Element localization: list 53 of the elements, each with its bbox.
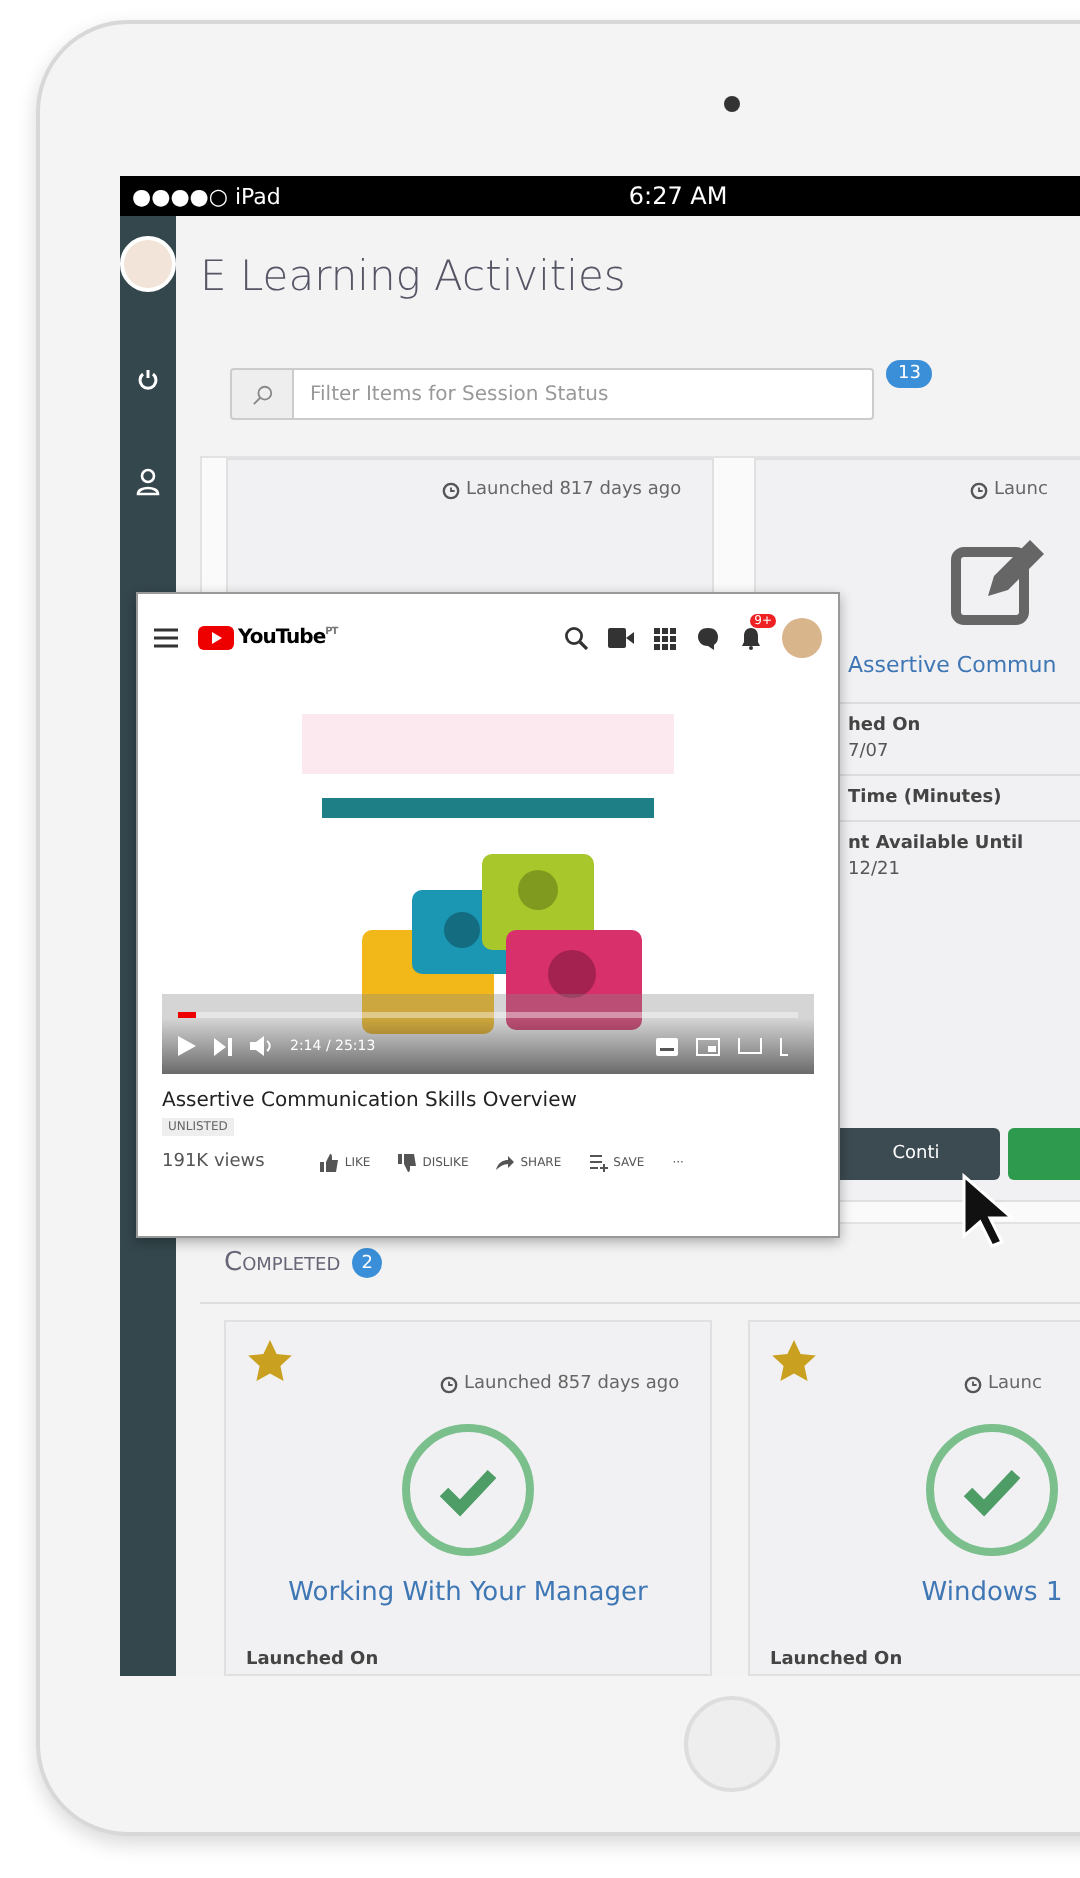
star-icon xyxy=(770,1338,818,1386)
field-value: 12/21 xyxy=(848,860,902,880)
apps-grid-icon[interactable] xyxy=(654,627,676,649)
power-icon[interactable] xyxy=(136,368,160,392)
field-label: hed On xyxy=(848,716,923,736)
activity-title[interactable]: Windows 1 xyxy=(921,1578,1063,1608)
field-value: 7/07 xyxy=(848,742,891,762)
chat-icon[interactable] xyxy=(696,626,720,650)
views-text: 191K views xyxy=(162,1152,265,1172)
play-logo-icon xyxy=(198,626,234,650)
field-label: Launched On xyxy=(246,1650,379,1670)
star-icon xyxy=(246,1338,294,1386)
activity-title[interactable]: Working With Your Manager xyxy=(288,1578,648,1608)
avatar[interactable] xyxy=(120,236,176,292)
progress-bar[interactable] xyxy=(178,1012,798,1018)
activity-title[interactable]: Assertive Commun xyxy=(848,652,1057,678)
launched-label: Launched 857 days ago xyxy=(440,1374,690,1394)
count-badge: 13 xyxy=(886,360,933,388)
search-icon[interactable] xyxy=(564,626,588,650)
theater-icon[interactable] xyxy=(738,1038,762,1054)
menu-icon[interactable] xyxy=(154,628,178,648)
check-circle-icon xyxy=(400,1422,536,1558)
thumbs-down-icon xyxy=(398,1153,417,1171)
carrier-text: ●●●●○ iPad xyxy=(132,183,281,209)
launched-label: Launched 817 days ago xyxy=(442,480,692,500)
bell-icon[interactable] xyxy=(740,626,762,650)
playlist-add-icon xyxy=(589,1153,608,1171)
video-camera-icon[interactable] xyxy=(608,628,634,648)
share-arrow-icon xyxy=(496,1153,515,1171)
field-label: nt Available Until xyxy=(848,834,1026,854)
camera-dot xyxy=(724,96,740,112)
field-label: Launched On xyxy=(770,1650,903,1670)
check-circle-icon xyxy=(924,1422,1060,1558)
logo-text: YouTube$^{PT}$ xyxy=(238,626,338,650)
clock-icon xyxy=(442,481,460,499)
launched-label: Launc xyxy=(970,480,1080,500)
clock-icon xyxy=(440,1375,458,1393)
page-title: E Learning Activities xyxy=(200,252,628,300)
field-label: Time (Minutes) xyxy=(848,788,1004,808)
thumbs-up-icon xyxy=(320,1153,339,1171)
section-label: Completed xyxy=(224,1248,341,1278)
count-badge: 2 xyxy=(352,1248,383,1278)
clock-icon xyxy=(964,1375,982,1393)
miniplayer-icon[interactable] xyxy=(696,1037,720,1055)
clock-text: 6:27 AM xyxy=(628,182,728,210)
video-title: Assertive Communication Skills Overview xyxy=(162,1090,579,1112)
person-icon[interactable] xyxy=(136,468,160,496)
filter-field[interactable]: Filter Items for Session Status xyxy=(294,368,874,420)
launched-label: Launc xyxy=(964,1374,1080,1394)
clock-icon xyxy=(970,481,988,499)
next-icon[interactable] xyxy=(214,1037,232,1055)
volume-icon[interactable] xyxy=(250,1036,272,1056)
search-button[interactable] xyxy=(230,368,294,420)
